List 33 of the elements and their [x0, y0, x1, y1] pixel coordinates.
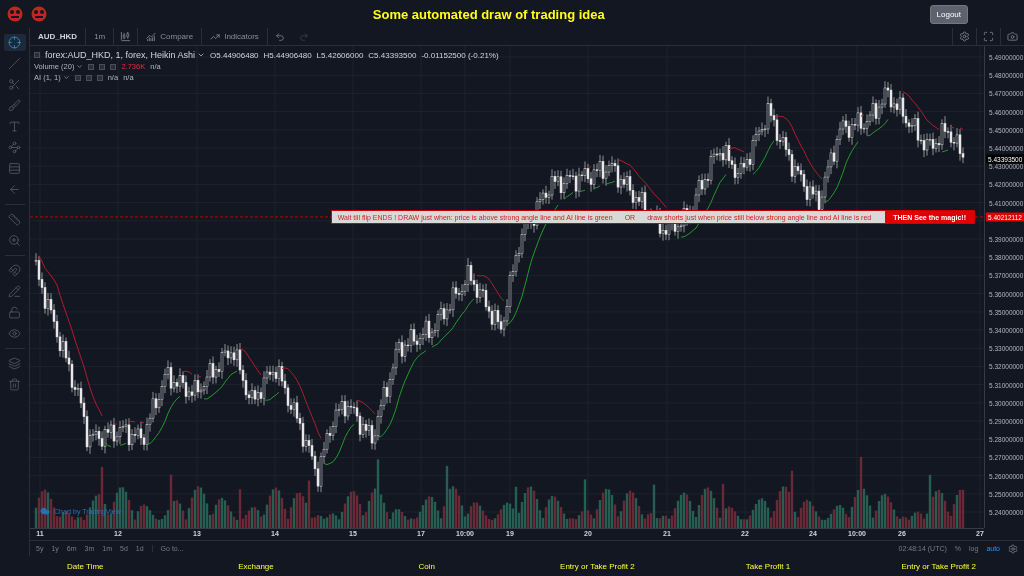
- column-label: Entry or Take Profit 2: [900, 561, 977, 571]
- square-icon: [96, 74, 103, 81]
- square-icon: [110, 63, 117, 70]
- symbol-button[interactable]: AUD_HKD: [30, 27, 87, 46]
- column-label: Take Profit 1: [744, 561, 792, 571]
- crosshair-icon[interactable]: [3, 34, 26, 51]
- logo-icon: [6, 6, 24, 22]
- column-label: Coin: [417, 561, 436, 571]
- square-icon: [34, 52, 40, 58]
- ohlc-value: L5.42606000: [316, 50, 364, 60]
- ohlc-value: O5.44906480: [210, 50, 259, 60]
- square-icon: [74, 74, 81, 81]
- column-label: Date Time: [66, 561, 105, 571]
- interval-button[interactable]: 1m: [86, 27, 115, 46]
- column-label: Exchange: [237, 561, 275, 571]
- square-icon: [99, 63, 106, 70]
- price-change: -0.01152500 (-0.21%): [421, 50, 499, 60]
- square-icon: [85, 74, 92, 81]
- compare-button[interactable]: Compare: [138, 27, 203, 46]
- logout-button[interactable]: Logout: [929, 4, 968, 24]
- cloud-icon: [40, 506, 50, 516]
- trend-line-icon: [210, 31, 221, 42]
- settings-icon[interactable]: [1008, 543, 1018, 554]
- ohlc-value: H5.44906480: [263, 50, 312, 60]
- caret-icon: [197, 51, 206, 59]
- chart-icon: [146, 31, 157, 42]
- indicators-button[interactable]: Indicators: [202, 27, 268, 46]
- column-label: Entry or Take Profit 2: [559, 561, 636, 571]
- square-icon: [88, 63, 95, 70]
- chart-symbol-title[interactable]: forex:AUD_HKD, 1, forex, Heikin Ashi: [45, 50, 206, 60]
- page-title: Some automated draw of trading idea: [371, 6, 606, 22]
- ohlc-value: C5.43393500: [368, 50, 417, 60]
- logo-icon: [30, 6, 48, 22]
